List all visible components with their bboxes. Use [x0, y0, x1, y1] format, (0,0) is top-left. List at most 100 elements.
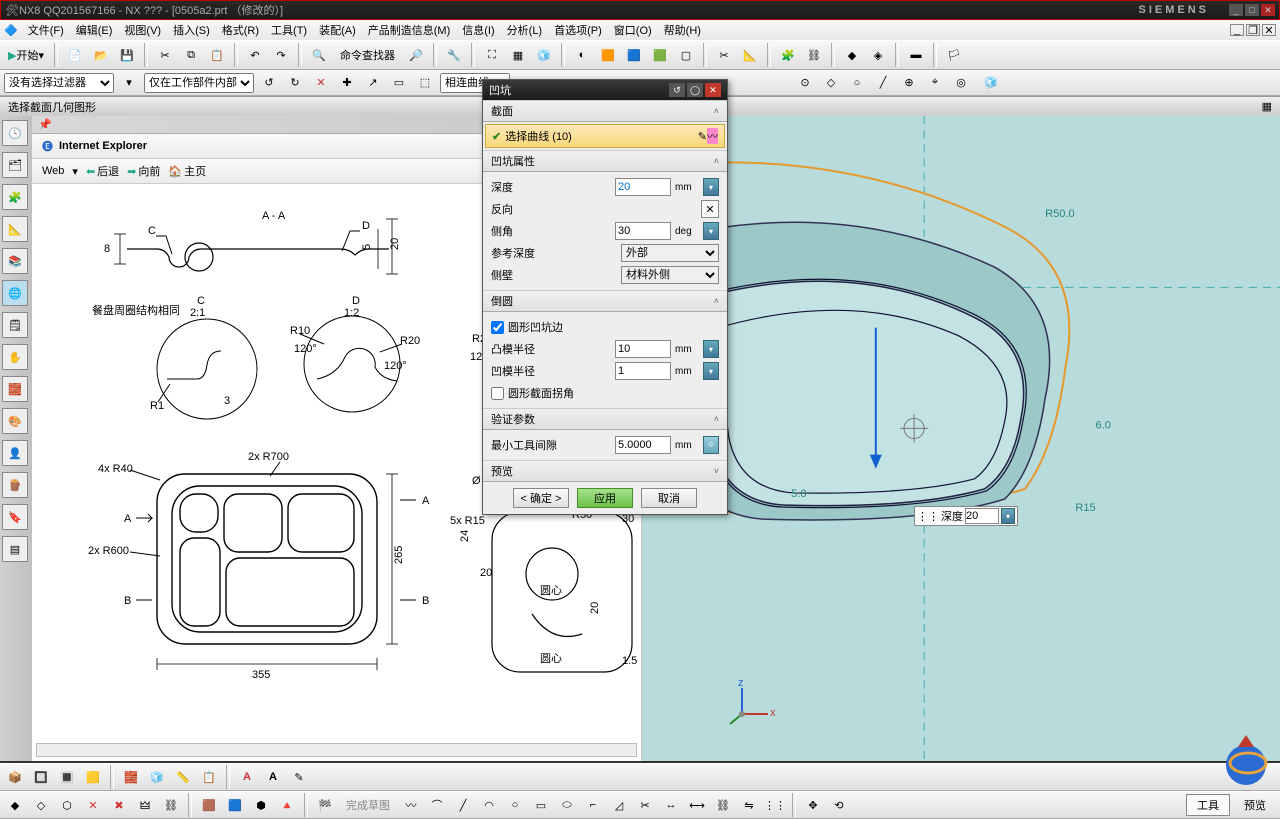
command-finder-icon[interactable]: 🔍: [308, 44, 330, 66]
snap-5-icon[interactable]: ⊕: [898, 72, 920, 94]
section-corners-checkbox[interactable]: [491, 387, 504, 400]
box3-icon[interactable]: 🟩: [649, 44, 671, 66]
bookmark-icon[interactable]: 🔖: [2, 504, 28, 530]
curve1-icon[interactable]: 〰: [400, 794, 422, 816]
constraint2-icon[interactable]: ⛓: [712, 794, 734, 816]
curve2-icon[interactable]: ⌒: [426, 794, 448, 816]
sk1-icon[interactable]: ◆: [4, 794, 26, 816]
grid-icon[interactable]: ▬: [905, 44, 927, 66]
ellipse-icon[interactable]: ⬭: [556, 794, 578, 816]
arc-icon[interactable]: ◠: [478, 794, 500, 816]
open-button[interactable]: 📂: [90, 44, 112, 66]
text-a-icon[interactable]: A: [236, 766, 258, 788]
dialog-close-button[interactable]: ✕: [705, 83, 721, 97]
fit-view-icon[interactable]: ⛶: [481, 44, 503, 66]
section-header-section[interactable]: 截面˄: [483, 100, 727, 122]
layers2-icon[interactable]: ▤: [2, 536, 28, 562]
history-icon[interactable]: 🕓: [2, 120, 28, 146]
menu-window[interactable]: 窗口(O): [608, 20, 658, 40]
filter-select-1[interactable]: 没有选择过滤器: [4, 73, 114, 93]
circle-icon[interactable]: ○: [504, 794, 526, 816]
bt7-icon[interactable]: 📏: [172, 766, 194, 788]
tool-a-icon[interactable]: 🔧: [443, 44, 465, 66]
layer-icon[interactable]: ▦: [507, 44, 529, 66]
bt8-icon[interactable]: 📋: [198, 766, 220, 788]
text-a3-icon[interactable]: ✎: [288, 766, 310, 788]
close-button[interactable]: ✕: [1261, 4, 1275, 16]
preview-label[interactable]: 预览: [1234, 795, 1276, 815]
sel-d-icon[interactable]: ✚: [336, 72, 358, 94]
snap-icon[interactable]: 📐: [739, 44, 761, 66]
menu-insert[interactable]: 插入(S): [167, 20, 216, 40]
section-header-validate[interactable]: 验证参数˄: [483, 408, 727, 430]
concave-input[interactable]: [615, 362, 671, 380]
curve-rule-icon[interactable]: 〰: [707, 128, 718, 144]
chevron-up-icon[interactable]: ˄: [714, 414, 719, 424]
snap-4-icon[interactable]: ╱: [872, 72, 894, 94]
diamond-icon[interactable]: ◆: [841, 44, 863, 66]
floating-spin-icon[interactable]: ▾: [1001, 508, 1015, 524]
convex-input[interactable]: [615, 340, 671, 358]
convex-spin-icon[interactable]: ▾: [703, 340, 719, 358]
menu-edit[interactable]: 编辑(E): [70, 20, 119, 40]
scrollbar-h[interactable]: [36, 743, 637, 757]
dialog-help-button[interactable]: ◯: [687, 83, 703, 97]
sk-hex-icon[interactable]: ⬢: [250, 794, 272, 816]
pin-icon[interactable]: 📌: [38, 118, 52, 131]
sk-cyl-icon[interactable]: 🟦: [224, 794, 246, 816]
filter-dropdown-icon[interactable]: ▾: [118, 72, 140, 94]
new-button[interactable]: 📄: [64, 44, 86, 66]
chevron-up-icon[interactable]: ˄: [714, 156, 719, 166]
part-nav-icon[interactable]: 📐: [2, 216, 28, 242]
section-header-preview[interactable]: 预览˅: [483, 460, 727, 482]
roles-icon[interactable]: 👤: [2, 440, 28, 466]
orient-icon[interactable]: 🧊: [533, 44, 555, 66]
mintool-spin-icon[interactable]: ⟐: [703, 436, 719, 454]
home-button[interactable]: 🏠主页: [168, 163, 206, 179]
shade-icon[interactable]: ◐: [571, 44, 593, 66]
menu-view[interactable]: 视图(V): [118, 20, 167, 40]
minimize-button[interactable]: _: [1229, 4, 1243, 16]
ok-button[interactable]: < 确定 >: [513, 488, 569, 508]
flag-icon[interactable]: 🏳: [943, 44, 965, 66]
sel-e-icon[interactable]: ↗: [362, 72, 384, 94]
sk-box-icon[interactable]: 🟫: [198, 794, 220, 816]
finish-sketch-icon[interactable]: 🏁: [314, 794, 336, 816]
section-header-fillet[interactable]: 倒圆˄: [483, 290, 727, 312]
box1-icon[interactable]: 🟧: [597, 44, 619, 66]
floating-depth-field[interactable]: [965, 508, 999, 524]
sidewall-select[interactable]: 材料外侧: [621, 266, 719, 284]
menu-analysis[interactable]: 分析(L): [501, 20, 548, 40]
depth-input[interactable]: [615, 178, 671, 196]
menu-pmi[interactable]: 产品制造信息(M): [362, 20, 457, 40]
dim-icon[interactable]: ⟷: [686, 794, 708, 816]
box2-icon[interactable]: 🟦: [623, 44, 645, 66]
back-button[interactable]: ⬅后退: [86, 163, 119, 179]
filter-select-2[interactable]: 仅在工作部件内部: [144, 73, 254, 93]
start-button[interactable]: ▶ 开始 ▾: [4, 47, 48, 63]
handle-icon[interactable]: ⋮⋮: [917, 510, 939, 523]
apply-button[interactable]: 应用: [577, 488, 633, 508]
assembly-icon[interactable]: 🧩: [777, 44, 799, 66]
palette-a-icon[interactable]: 🧱: [2, 376, 28, 402]
status-grid-icon[interactable]: ▦: [1262, 100, 1272, 113]
search-icon[interactable]: 🔎: [405, 44, 427, 66]
palette-b-icon[interactable]: 🎨: [2, 408, 28, 434]
sketch-section-icon[interactable]: ✎: [698, 130, 707, 143]
reverse-direction-button[interactable]: ✕: [701, 200, 719, 218]
maximize-button[interactable]: □: [1245, 4, 1259, 16]
chevron-down-icon[interactable]: ˅: [714, 466, 719, 476]
line-icon[interactable]: ╱: [452, 794, 474, 816]
dialog-title-bar[interactable]: 凹坑 ↺ ◯ ✕: [483, 80, 727, 100]
fillet-edges-checkbox[interactable]: [491, 321, 504, 334]
bt3-icon[interactable]: 🔳: [56, 766, 78, 788]
wireframe-icon[interactable]: ▢: [675, 44, 697, 66]
reuse-lib-icon[interactable]: 📚: [2, 248, 28, 274]
sel-b-icon[interactable]: ↻: [284, 72, 306, 94]
cut-button[interactable]: ✂: [154, 44, 176, 66]
sk-tri-icon[interactable]: 🔺: [276, 794, 298, 816]
move-icon[interactable]: ✥: [802, 794, 824, 816]
snap-7-icon[interactable]: ◎: [950, 72, 972, 94]
view-cube-icon[interactable]: 🧊: [980, 72, 1002, 94]
mirror-icon[interactable]: ⇋: [738, 794, 760, 816]
